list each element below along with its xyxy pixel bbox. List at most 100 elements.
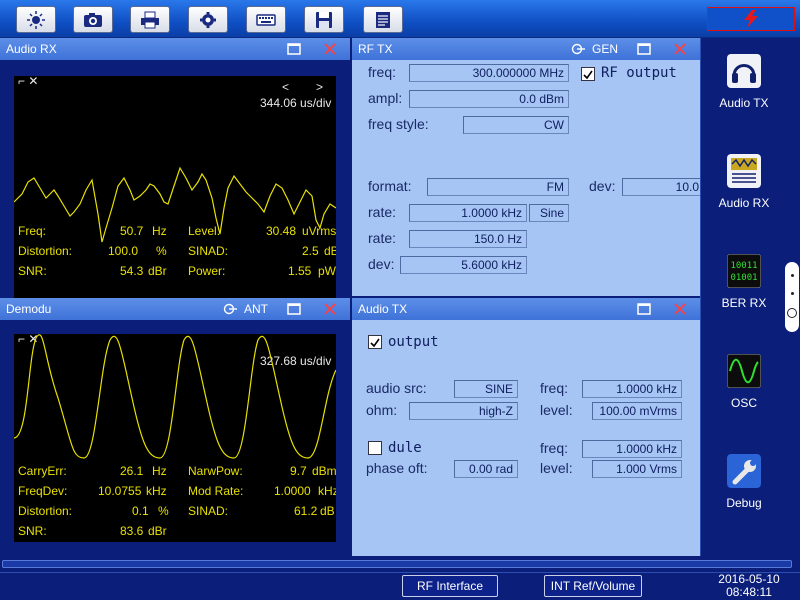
horizontal-scrollbar[interactable] [0,556,800,572]
document-icon [376,11,390,28]
rf-freq-label: freq: [368,64,397,80]
nav-osc-label: OSC [730,396,757,410]
svg-text:01001: 01001 [730,273,757,283]
rf-rate2-field[interactable]: 150.0 Hz [409,230,527,248]
maximize-icon[interactable] [636,301,652,317]
headphones-icon [727,54,761,88]
readout-freqdev-label: FreqDev: [18,484,68,498]
rf-ampl-field[interactable]: 0.0 dBm [409,90,569,108]
wrench-icon [727,454,761,488]
audio-src-label: audio src: [366,380,427,396]
brightness-button[interactable] [16,6,56,33]
scope-prev-button[interactable]: < [282,80,289,94]
audio-freq2-field[interactable]: 1.0000 kHz [582,440,682,458]
readout-modrate-value: 1.0000 [274,484,311,498]
readout-freq-unit: Hz [152,224,167,238]
maximize-icon[interactable] [286,301,302,317]
binary-icon: 10011 01001 [727,254,761,288]
readout-freq-label: Freq: [18,224,47,238]
scope-next-button[interactable]: > [316,80,323,94]
save-button[interactable] [304,6,344,33]
audio-tx-panel: Audio TX output audio src: SINE freq: 1.… [350,298,700,556]
rf-output-label: RF output [601,65,677,81]
audio-level1-label: level: [540,402,573,418]
int-ref-button[interactable]: INT Ref/Volume [544,575,642,597]
gen-label[interactable]: GEN [592,38,618,60]
close-icon[interactable] [322,301,338,317]
readout-distortion-unit: % [156,244,167,258]
rf-dev-right-field[interactable]: 10.0 [622,178,700,196]
ant-label[interactable]: ANT [244,298,268,320]
ant-port-icon [223,303,237,315]
audio-ohm-field[interactable]: high-Z [409,402,518,420]
readout-snr-value: 83.6 [120,524,144,538]
scroll-thumb[interactable] [2,560,792,568]
readout-power-label: Power: [188,264,226,278]
checkmark-icon [370,338,380,348]
nav-osc[interactable]: OSC [701,354,800,424]
rf-rate1-label: rate: [368,204,397,220]
audio-freq1-field[interactable]: 1.0000 kHz [582,380,682,398]
rf-ampl-label: ampl: [368,90,403,106]
dule-checkbox[interactable] [368,441,382,455]
rf-freq-field[interactable]: 300.000000 MHz [409,64,569,82]
readout-power-unit: pW [318,264,336,278]
audio-analyzer-icon [727,154,761,188]
readout-carryerr-value: 26.1 [120,464,144,478]
nav-ber-rx-label: BER RX [721,296,767,310]
readout-distortion-label: Distortion: [18,504,73,518]
close-icon[interactable] [672,301,688,317]
lightning-icon [744,10,758,28]
readout-sinad-unit: dB [320,504,335,518]
rf-dev-label: dev: [368,256,395,272]
audio-level2-field[interactable]: 1.000 Vrms [592,460,682,478]
readout-freq-value: 50.7 [120,224,144,238]
audio-level1-field[interactable]: 100.00 mVrms [592,402,682,420]
readout-narwpow-unit: dBm [312,464,336,478]
keyboard-icon [256,13,276,26]
save-icon [316,11,332,28]
readout-sinad-label: SINAD: [188,504,229,518]
keyboard-button[interactable] [246,6,286,33]
rf-dev-right-label: dev: [589,178,616,194]
oscilloscope-icon [727,354,761,388]
settings-button[interactable] [188,6,228,33]
readout-sinad-value: 61.2 [294,504,318,518]
readout-power-value: 1.55 [288,264,312,278]
nav-audio-tx[interactable]: Audio TX [701,54,800,124]
readout-modrate-label: Mod Rate: [188,484,244,498]
maximize-icon[interactable] [636,41,652,57]
nav-debug[interactable]: Debug [701,454,800,524]
readout-distortion-unit: % [158,504,169,518]
readout-sinad-unit: dB [324,244,336,258]
audio-output-label: output [388,334,439,350]
rf-freq-style-label: freq style: [368,116,429,132]
print-button[interactable] [130,6,170,33]
readout-level-label: Level: [188,224,221,238]
document-button[interactable] [363,6,403,33]
audio-phase-field[interactable]: 0.00 rad [454,460,518,478]
rf-format-field[interactable]: FM [427,178,569,196]
audio-ohm-label: ohm: [366,402,398,418]
close-icon[interactable] [672,41,688,57]
rf-rate1-shape-field[interactable]: Sine [529,204,569,222]
readout-narwpow-value: 9.7 [290,464,307,478]
close-icon[interactable] [322,41,338,57]
page-indicator[interactable] [785,262,799,332]
nav-audio-rx[interactable]: Audio RX [701,154,800,224]
rf-rate1-field[interactable]: 1.0000 kHz [409,204,527,222]
rf-output-checkbox[interactable] [581,67,595,81]
rf-dev-field[interactable]: 5.6000 kHz [400,256,527,274]
nav-debug-label: Debug [726,496,762,510]
demodu-panel: Demodu ANT ⌐ ✕ 327.68 us/div CarryErr: 2… [0,298,350,556]
camera-button[interactable] [73,6,113,33]
rf-interface-button[interactable]: RF Interface [402,575,498,597]
audio-rx-scope[interactable]: ⌐ ✕ < > 344.06 us/div [14,74,336,320]
audio-output-checkbox[interactable] [368,335,382,349]
maximize-icon[interactable] [286,41,302,57]
alarm-indicator[interactable] [707,7,795,31]
rf-format-label: format: [368,178,412,194]
audio-src-field[interactable]: SINE [454,380,518,398]
rf-freq-style-field[interactable]: CW [463,116,569,134]
right-nav: Audio TX Audio RX 10011 01001 BER RX OSC [700,38,800,556]
